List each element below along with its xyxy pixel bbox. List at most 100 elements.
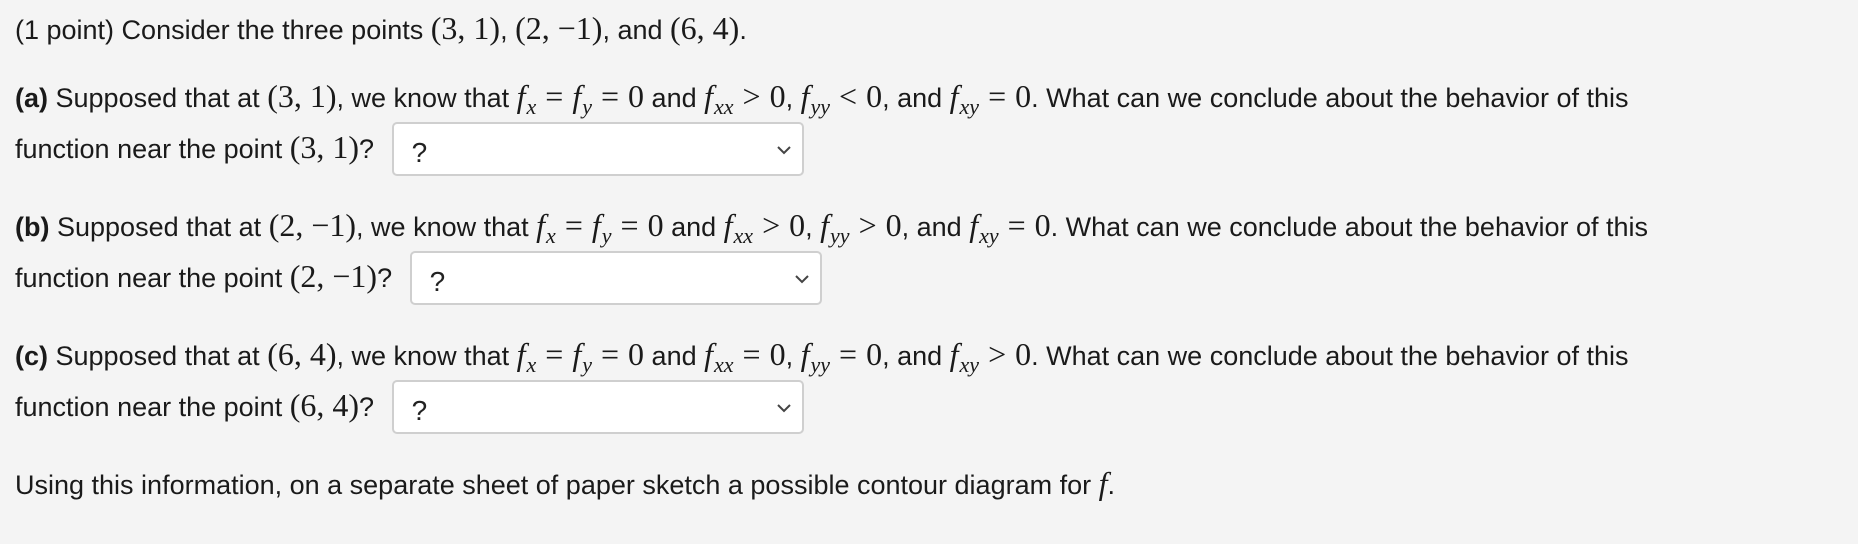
question-text: . What can we conclude about the behavio… — [1031, 341, 1629, 371]
question-text: . What can we conclude about the behavio… — [1031, 83, 1629, 113]
f-symbol: f — [820, 207, 830, 243]
near-text: function near the point — [15, 392, 283, 423]
zero: 0 — [769, 336, 786, 372]
f-symbol: f — [572, 336, 582, 372]
we-know-text: , we know that — [356, 212, 529, 242]
zero: 0 — [647, 207, 664, 243]
point-3: (6, 4) — [670, 10, 740, 46]
comma-and-text: , and — [882, 341, 943, 371]
and-text: and — [651, 341, 697, 371]
sub-y: y — [582, 94, 592, 119]
part-b-point: (2, −1) — [289, 258, 378, 295]
part-a-answer-select[interactable]: ? — [391, 122, 804, 176]
intro-conj: , and — [602, 15, 663, 45]
sub-xx: xx — [714, 352, 734, 377]
zero: 0 — [1015, 78, 1032, 114]
comma: , — [805, 212, 821, 242]
comma: , — [785, 341, 801, 371]
comma: , — [785, 83, 801, 113]
f-symbol: f — [572, 78, 582, 114]
intro-end: . — [739, 15, 747, 45]
eq-op: = — [564, 207, 583, 243]
sub-yy: yy — [810, 352, 831, 377]
sub-x: x — [526, 94, 537, 119]
closing-end: . — [1107, 470, 1116, 500]
fxx-relation: > — [762, 207, 781, 243]
part-c-line-1: (c) Supposed that at (6, 4), we know tha… — [15, 334, 1629, 378]
part-c-label: (c) — [15, 341, 48, 371]
f-symbol: f — [516, 336, 526, 372]
zero: 0 — [769, 78, 786, 114]
sub-y: y — [601, 223, 612, 248]
zero: 0 — [628, 336, 645, 372]
supposed-text: Supposed that at — [57, 212, 262, 242]
part-a-point: (3, 1) — [267, 78, 337, 114]
f-symbol: f — [800, 78, 810, 114]
sub-xx: xx — [733, 223, 754, 248]
zero: 0 — [866, 336, 883, 372]
comma-and-text: , and — [882, 83, 943, 113]
select-value: ? — [411, 137, 428, 168]
fyy-relation: = — [839, 336, 858, 372]
qmark: ? — [377, 263, 393, 294]
supposed-text: Supposed that at — [55, 341, 260, 371]
eq-op: = — [545, 336, 564, 372]
and-text: and — [651, 83, 697, 113]
part-c-line-2: function near the point (6, 4)? ? — [15, 380, 804, 436]
closing-line: Using this information, on a separate sh… — [15, 463, 1115, 505]
f-symbol: f — [536, 207, 546, 243]
sub-yy: yy — [830, 223, 850, 248]
intro-prefix: (1 point) Consider the three points — [15, 15, 424, 45]
supposed-text: Supposed that at — [55, 83, 260, 113]
sub-y: y — [582, 352, 592, 377]
intro-line: (1 point) Consider the three points (3, … — [15, 8, 747, 50]
fxx-relation: = — [742, 336, 761, 372]
sub-xy: xy — [959, 352, 980, 377]
part-b-label: (b) — [15, 212, 50, 242]
part-c-point: (6, 4) — [289, 387, 360, 424]
f-symbol: f — [516, 78, 526, 114]
part-c-answer-select[interactable]: ? — [391, 380, 804, 434]
fxy-relation: = — [988, 78, 1007, 114]
fxx-relation: > — [742, 78, 761, 114]
f-symbol: f — [949, 336, 959, 372]
fyy-relation: < — [839, 78, 858, 114]
fyy-relation: > — [858, 207, 877, 243]
part-b-answer-select[interactable]: ? — [409, 251, 822, 305]
near-text: function near the point — [15, 263, 283, 294]
zero: 0 — [866, 78, 883, 114]
eq-op: = — [600, 336, 620, 372]
zero: 0 — [1034, 207, 1051, 243]
near-text: function near the point — [15, 134, 283, 165]
fxy-relation: = — [1007, 207, 1026, 243]
closing-text: Using this information, on a separate sh… — [15, 470, 1092, 500]
comma-and-text: , and — [901, 212, 962, 242]
point-2: (2, −1) — [515, 10, 603, 46]
chevron-down-icon — [776, 146, 791, 155]
part-a-point: (3, 1) — [289, 129, 360, 166]
select-value: ? — [411, 395, 428, 426]
qmark: ? — [359, 134, 375, 165]
part-b-line-2: function near the point (2, −1)? ? — [15, 251, 822, 307]
zero: 0 — [1015, 336, 1032, 372]
zero: 0 — [885, 207, 902, 243]
part-a-line-1: (a) Supposed that at (3, 1), we know tha… — [15, 76, 1629, 120]
chevron-down-icon — [794, 275, 809, 284]
part-c-point: (6, 4) — [267, 336, 337, 372]
chevron-down-icon — [776, 404, 791, 413]
f-symbol: f — [723, 207, 733, 243]
zero: 0 — [789, 207, 806, 243]
f-symbol: f — [704, 336, 714, 372]
we-know-text: , we know that — [336, 83, 510, 113]
fxy-relation: > — [988, 336, 1007, 372]
f-symbol: f — [704, 78, 714, 114]
sub-xy: xy — [979, 223, 999, 248]
eq-op: = — [545, 78, 564, 114]
f-symbol: f — [969, 207, 979, 243]
sub-xx: xx — [714, 94, 734, 119]
f-symbol: f — [591, 207, 601, 243]
part-b-point: (2, −1) — [268, 207, 357, 243]
eq-op: = — [620, 207, 639, 243]
eq-op: = — [600, 78, 620, 114]
part-a-label: (a) — [15, 83, 48, 113]
